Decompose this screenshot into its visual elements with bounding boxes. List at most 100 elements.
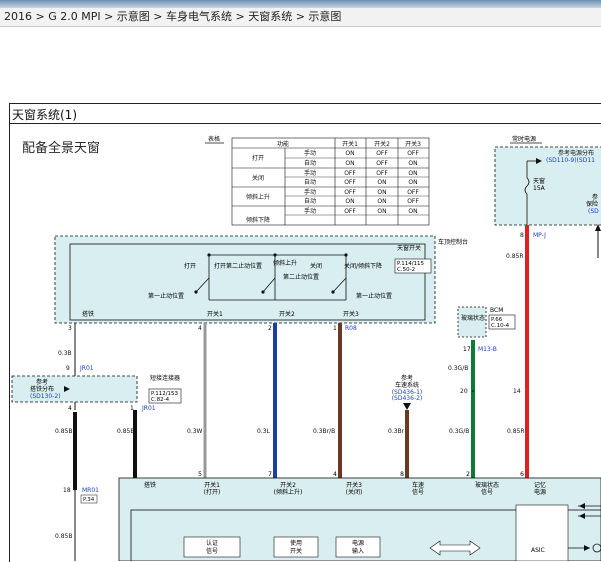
table-group-open: 打开 bbox=[252, 154, 264, 162]
fuse-right-ref2: 保险 bbox=[586, 200, 598, 208]
svg-text:(SD436-2)[interactable]: (SD436-2) bbox=[392, 395, 423, 402]
ground-distribution-ref: 参考 搭铁分布 (SD130-2) 短接连接器 P.112/153 C.82-4… bbox=[11, 374, 182, 412]
svg-text:4: 4 bbox=[68, 405, 72, 412]
connector-jr01-top[interactable]: JR01 bbox=[79, 365, 94, 372]
svg-text:手动: 手动 bbox=[304, 188, 316, 196]
svg-text:信号: 信号 bbox=[206, 547, 218, 555]
label-stop2: 第二止动位置 bbox=[283, 273, 319, 281]
fuse-ref-title: 参考电源分布 bbox=[558, 149, 594, 157]
pin-label: 4 bbox=[198, 325, 202, 332]
table-header-sw2: 开关2 bbox=[374, 140, 390, 148]
table-row: 自动 ON OFF ON bbox=[304, 159, 418, 167]
svg-text:0.3W: 0.3W bbox=[187, 428, 203, 435]
connector-jr01-mid[interactable]: JR01 bbox=[141, 405, 156, 412]
table-row: 手动 OFF OFF ON bbox=[304, 169, 418, 177]
svg-text:ON: ON bbox=[408, 179, 417, 186]
svg-text:开关1: 开关1 bbox=[204, 481, 220, 489]
pin-label: 3 bbox=[68, 325, 72, 332]
svg-text:自动: 自动 bbox=[304, 197, 316, 205]
overhead-sw2-label: 开关2 bbox=[279, 310, 295, 318]
wire-label-03gb-top: 0.3G/B bbox=[448, 365, 468, 372]
svg-text:玻璃状态: 玻璃状态 bbox=[475, 481, 499, 489]
table-group-tilt-up: 倾斜上升 bbox=[246, 193, 270, 201]
svg-text:1: 1 bbox=[130, 405, 134, 412]
svg-text:参考: 参考 bbox=[36, 378, 48, 386]
svg-text:ON: ON bbox=[408, 160, 417, 167]
connector-mpj[interactable]: MP-J bbox=[533, 232, 546, 239]
wire-label-085b-low: 0.85B bbox=[55, 533, 72, 540]
svg-text:玻璃状态: 玻璃状态 bbox=[461, 314, 485, 322]
svg-text:自动: 自动 bbox=[304, 159, 316, 167]
svg-text:开关: 开关 bbox=[290, 547, 302, 555]
asic-label: ASIC bbox=[531, 547, 545, 554]
svg-text:7: 7 bbox=[268, 471, 272, 478]
svg-text:手动: 手动 bbox=[304, 207, 316, 215]
connector-m13b[interactable]: M13-B bbox=[478, 346, 497, 353]
svg-text:14: 14 bbox=[513, 388, 521, 395]
overhead-console: 车顶控制台 天窗开关 P.114/115 C.50-2 打开 打开第二止动位置 … bbox=[54, 235, 468, 324]
table-row: 手动 ON OFF OFF bbox=[304, 149, 419, 157]
fuse-ref-link[interactable]: (SD110-9)(SD11 bbox=[546, 157, 595, 164]
svg-text:手动: 手动 bbox=[304, 149, 316, 157]
svg-text:手动: 手动 bbox=[304, 169, 316, 177]
table-group-tilt-down: 倾斜下降 bbox=[246, 216, 270, 224]
table-row: 手动 OFF ON ON bbox=[304, 207, 418, 215]
svg-text:开关3: 开关3 bbox=[346, 481, 362, 489]
fuse-box-title: 常时电源 bbox=[512, 135, 536, 143]
svg-text:OFF: OFF bbox=[344, 170, 356, 177]
svg-text:OFF: OFF bbox=[407, 198, 419, 205]
svg-text:记忆: 记忆 bbox=[534, 481, 546, 489]
wire-label-085r-top: 0.85R bbox=[506, 253, 524, 260]
table-header-sw3: 开关3 bbox=[405, 140, 421, 148]
connector-r08[interactable]: R08 bbox=[345, 325, 357, 332]
fuse-box: 常时电源 参考电源分布 (SD110-9)(SD11 天窗 15A 参 保险 (… bbox=[494, 135, 601, 258]
svg-text:ON: ON bbox=[345, 150, 354, 157]
vehicle-speed-ref: 参考 车速系统 (SD436-1) (SD436-2) bbox=[392, 374, 423, 410]
table-label: 表格 bbox=[208, 135, 220, 143]
svg-text:ON: ON bbox=[377, 189, 386, 196]
svg-text:5: 5 bbox=[198, 471, 202, 478]
svg-text:ON: ON bbox=[408, 208, 417, 215]
table-header-function: 功能 bbox=[277, 140, 289, 148]
svg-text:ON: ON bbox=[377, 208, 386, 215]
connector-mr01[interactable]: MR01 bbox=[82, 487, 99, 494]
bcm-connector: 玻璃状态 BCM P.66 C.10-4 17 M13-B bbox=[457, 306, 516, 353]
svg-text:BCM: BCM bbox=[490, 307, 503, 314]
svg-text:(倾斜上升): (倾斜上升) bbox=[274, 488, 303, 496]
fuse-name: 天窗 bbox=[533, 177, 545, 185]
svg-text:车速: 车速 bbox=[412, 481, 424, 489]
svg-text:OFF: OFF bbox=[344, 208, 356, 215]
label-stop1-right: 第一止动位置 bbox=[356, 292, 392, 300]
svg-text:搭铁分布: 搭铁分布 bbox=[30, 385, 54, 393]
ground-ref-link[interactable]: (SD130-2) bbox=[30, 393, 61, 400]
svg-text:开关2: 开关2 bbox=[280, 481, 296, 489]
label-close: 关闭 bbox=[310, 262, 322, 270]
fuse-right-ref3: (SD bbox=[588, 208, 599, 215]
svg-text:使用: 使用 bbox=[290, 539, 302, 547]
svg-text:认证: 认证 bbox=[206, 539, 218, 547]
switch-name: 天窗开关 bbox=[397, 244, 421, 252]
svg-text:车速系统: 车速系统 bbox=[395, 381, 419, 389]
table-header-sw1: 开关1 bbox=[342, 140, 358, 148]
svg-text:电源: 电源 bbox=[352, 539, 364, 547]
overhead-sw1-label: 开关1 bbox=[207, 310, 223, 318]
svg-text:(打开): (打开) bbox=[204, 488, 221, 496]
svg-text:ON: ON bbox=[377, 198, 386, 205]
svg-text:0.3L: 0.3L bbox=[257, 428, 271, 435]
svg-text:0.3G/B: 0.3G/B bbox=[449, 428, 469, 435]
label-tilt-up: 倾斜上升 bbox=[273, 259, 297, 267]
svg-text:0.85B: 0.85B bbox=[117, 428, 134, 435]
svg-text:搭铁: 搭铁 bbox=[144, 481, 156, 489]
svg-text:OFF: OFF bbox=[407, 189, 419, 196]
svg-text:C.82-4: C.82-4 bbox=[151, 397, 170, 403]
svg-text:ON: ON bbox=[408, 170, 417, 177]
svg-text:20: 20 bbox=[460, 388, 468, 395]
fuse-amp: 15A bbox=[533, 185, 546, 192]
svg-text:0.3Br/B: 0.3Br/B bbox=[313, 428, 335, 435]
svg-text:OFF: OFF bbox=[376, 150, 388, 157]
wiring-diagram: 配备全景天窗 表格 功能 开关1 开关2 开关3 打开 关闭 倾斜上升 倾斜下降… bbox=[11, 135, 601, 561]
label-close-tilt-down: 关闭/倾斜下降 bbox=[344, 262, 382, 270]
wire-label-03b: 0.3B bbox=[58, 350, 72, 357]
svg-text:OFF: OFF bbox=[376, 170, 388, 177]
overhead-module-name: 车顶控制台 bbox=[438, 238, 468, 246]
